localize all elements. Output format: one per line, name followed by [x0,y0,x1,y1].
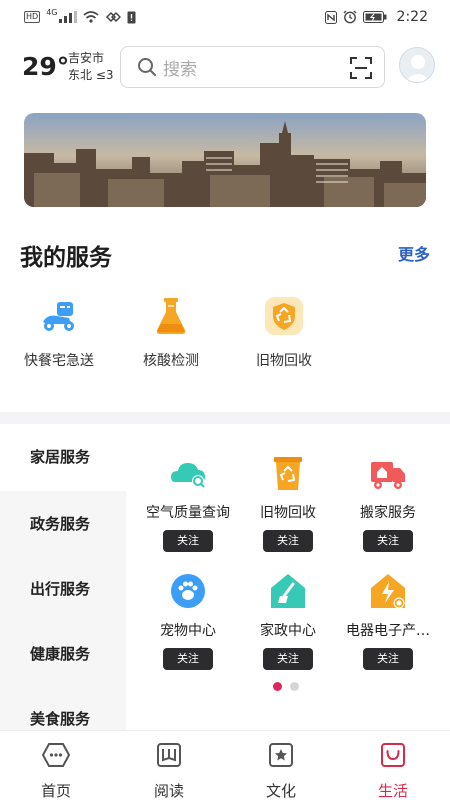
page-dot-active[interactable] [273,682,282,691]
nfc-icon [324,10,337,24]
user-avatar-icon [405,55,431,82]
battery-icon [362,11,387,23]
clock-time: 2:22 [396,9,428,25]
grid-item-label: 旧物回收 [260,505,316,521]
category-home[interactable]: 家居服务 [0,424,126,489]
wind-info: 东北 ≤3 [68,68,114,82]
follow-button[interactable]: 关注 [363,648,413,670]
grid-item-electronics[interactable]: 电器电子产… 关注 [338,572,438,670]
nav-reading[interactable]: 阅读 [129,741,209,800]
grid-item-moving[interactable]: 搬家服务 关注 [338,454,438,552]
grid-item-label: 空气质量查询 [146,505,230,521]
grid-item-label: 电器电子产… [346,623,430,639]
city-name: 吉安市 [68,51,105,65]
grid-item-housekeeping[interactable]: 家政中心 关注 [238,572,338,670]
follow-button[interactable]: 关注 [363,530,413,552]
temperature: 29° [22,52,70,81]
home-icon [41,743,71,767]
service-label: 旧物回收 [256,353,312,369]
hd-badge: HD [24,11,41,23]
search-icon [138,58,156,76]
page-dot[interactable] [290,682,299,691]
flask-icon [156,298,186,334]
air-quality-icon [171,463,205,488]
service-recycle[interactable]: 旧物回收 [234,296,334,370]
page-indicator [273,682,299,691]
service-delivery[interactable]: 快餐宅急送 [9,296,109,370]
service-nucleic-test[interactable]: 核酸检测 [121,296,221,370]
category-government[interactable]: 政务服务 [0,491,126,556]
category-health[interactable]: 健康服务 [0,621,126,686]
grid-item-label: 宠物中心 [160,623,216,639]
scan-icon[interactable] [350,57,372,79]
recycle-bin-icon [274,457,302,490]
grid-item-recycle[interactable]: 旧物回收 关注 [238,454,338,552]
cityscape-image [24,113,426,207]
grid-item-air-quality[interactable]: 空气质量查询 关注 [138,454,238,552]
service-grid: 空气质量查询 关注 旧物回收 关注 搬家服务 关注 宠物中心 关注 家政中心 关… [126,424,450,704]
city-banner[interactable] [24,113,426,207]
follow-button[interactable]: 关注 [163,530,213,552]
housekeeping-icon [271,574,305,608]
nav-label: 阅读 [153,782,184,800]
recycle-badge-icon [265,297,303,335]
nav-home[interactable]: 首页 [16,741,96,800]
category-sidebar: 家居服务 政务服务 出行服务 健康服务 美食服务 [0,424,126,751]
status-left: HD 4G [24,7,136,24]
my-services-title: 我的服务 [20,245,112,271]
status-bar: HD 4G 2:22 [0,0,450,34]
link-icon [106,11,122,23]
follow-button[interactable]: 关注 [263,530,313,552]
grid-item-label: 搬家服务 [360,505,416,521]
follow-button[interactable]: 关注 [163,648,213,670]
grid-item-label: 家政中心 [260,623,316,639]
follow-button[interactable]: 关注 [263,648,313,670]
book-icon [157,743,181,767]
delivery-scooter-icon [43,302,74,331]
paw-icon [171,574,205,608]
header: 29° 吉安市 东北 ≤3 搜索 [0,44,450,90]
network-gen-label: 4G [46,7,58,17]
avatar[interactable] [399,47,435,83]
category-travel[interactable]: 出行服务 [0,556,126,621]
moving-truck-icon [371,462,405,489]
sim-alert-icon [127,11,136,23]
search-input[interactable]: 搜索 [120,46,385,88]
wifi-icon [83,11,100,23]
service-label: 快餐宅急送 [24,353,94,369]
status-right: 2:22 [324,9,428,25]
nav-life[interactable]: 生活 [353,741,433,800]
search-placeholder: 搜索 [163,59,197,80]
more-link[interactable]: 更多 [398,241,430,265]
nav-culture[interactable]: 文化 [241,741,321,800]
nav-label: 生活 [377,782,408,800]
service-label: 核酸检测 [143,353,199,369]
electric-house-icon [371,574,405,609]
life-bag-icon [381,743,405,767]
grid-item-pet[interactable]: 宠物中心 关注 [138,572,238,670]
nav-label: 首页 [40,782,71,800]
alarm-icon [343,10,357,24]
bottom-nav: 首页 阅读 文化 生活 [0,730,450,800]
nav-label: 文化 [265,782,296,800]
signal-icon [59,11,78,23]
weather-info[interactable]: 吉安市 东北 ≤3 [68,50,114,84]
section-divider [0,412,450,424]
culture-star-icon [269,743,293,767]
